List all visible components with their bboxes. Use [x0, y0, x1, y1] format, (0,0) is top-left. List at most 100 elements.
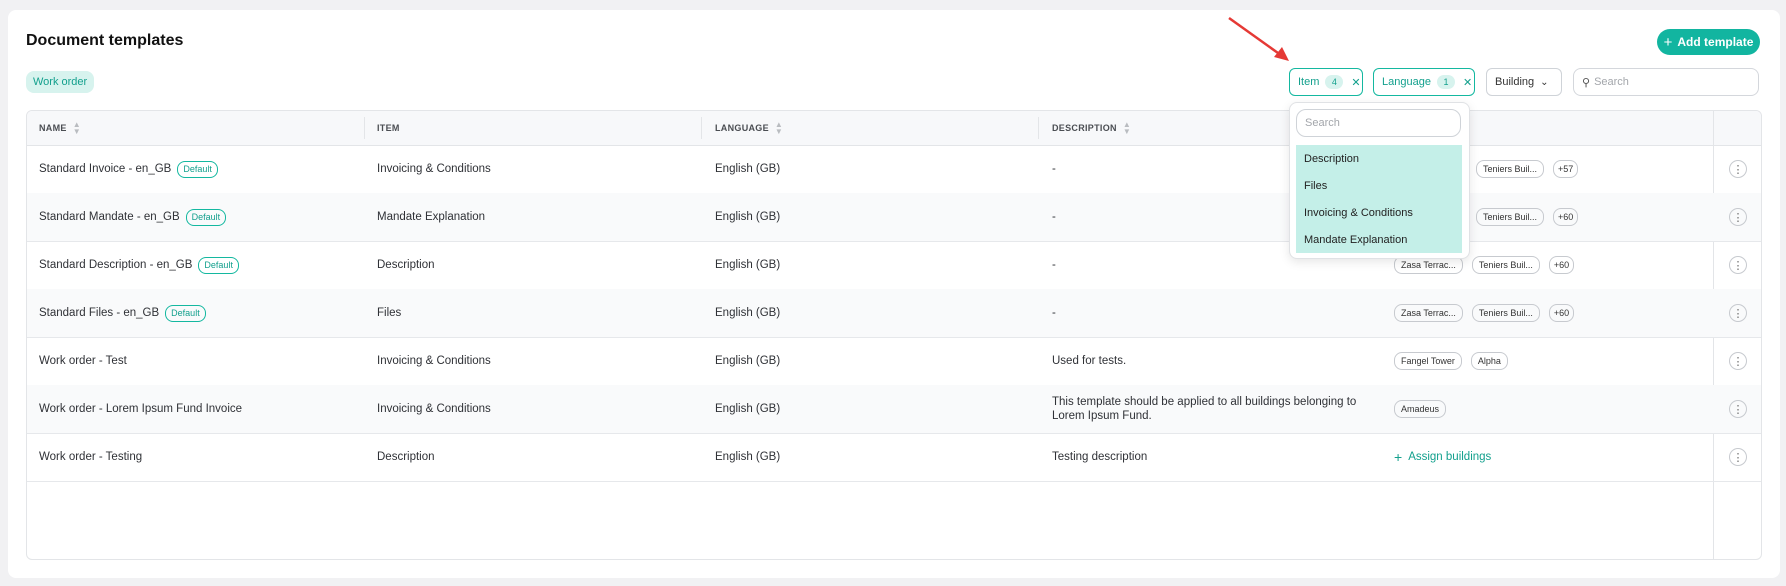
template-name[interactable]: Work order - Lorem Ipsum Fund Invoice [39, 403, 242, 415]
more-buildings-badge[interactable]: +60 [1548, 304, 1575, 322]
header-language[interactable]: LANGUAGE ▲ ▼ [715, 111, 783, 145]
sort-icon[interactable]: ▲ ▼ [775, 121, 783, 136]
cell-item: Invoicing & Conditions [377, 355, 491, 367]
row-actions-menu-icon[interactable]: ⋮ [1729, 208, 1747, 226]
dropdown-option[interactable]: Invoicing & Conditions [1296, 199, 1462, 226]
table-header: NAME ▲ ▼ ITEM LANGUAGE ▲ ▼ DESCRIPTION ▲ ▼ [27, 111, 1761, 146]
table-row[interactable]: Work order - Lorem Ipsum Fund Invoice Inv… [27, 385, 1761, 434]
more-buildings-badge[interactable]: +60 [1548, 256, 1575, 274]
table-row[interactable]: Standard Files - en_GB Default Files Englis… [27, 289, 1761, 338]
table-row[interactable]: Standard Invoice - en_GB Default Invoicing… [27, 145, 1761, 194]
search-icon: ⚲ [1582, 76, 1591, 89]
row-actions-menu-icon[interactable]: ⋮ [1729, 160, 1747, 178]
cell-name: Standard Description - en_GB Default [39, 241, 239, 289]
building-filter[interactable]: Building ⌄ [1486, 68, 1562, 96]
column-divider [1038, 117, 1039, 139]
header-item-label: ITEM [377, 123, 400, 133]
item-filter[interactable]: Item 4 ✕ [1289, 68, 1363, 96]
cell-buildings: Amadeus [1394, 385, 1455, 433]
cell-language: English (GB) [715, 307, 781, 319]
column-divider [701, 117, 702, 139]
annotation-arrow-icon [1228, 16, 1289, 61]
cell-description: Testing description [1052, 451, 1148, 463]
cell-description: - [1052, 307, 1056, 319]
default-badge: Default [185, 208, 227, 226]
language-filter-label: Language [1382, 76, 1431, 88]
cell-buildings: Teniers Buil... +57 [1476, 145, 1579, 193]
cell-buildings: + Assign buildings [1394, 433, 1491, 481]
cell-buildings: Zasa Terrac... Teniers Buil... +60 [1394, 289, 1575, 337]
plus-icon: + [1394, 449, 1403, 465]
default-badge: Default [165, 304, 206, 322]
header-item: ITEM [377, 111, 400, 145]
table-row[interactable]: Work order - Testing Description English (… [27, 433, 1761, 482]
table-row[interactable]: Standard Description - en_GB Default Descr… [27, 241, 1761, 290]
header-description[interactable]: DESCRIPTION ▲ ▼ [1052, 111, 1131, 145]
row-actions-menu-icon[interactable]: ⋮ [1729, 400, 1747, 418]
sort-icon[interactable]: ▲ ▼ [1123, 121, 1131, 136]
cell-name: Standard Invoice - en_GB Default [39, 145, 218, 193]
building-chip[interactable]: Zasa Terrac... [1394, 304, 1463, 322]
cell-language: English (GB) [715, 211, 781, 223]
table-row[interactable]: Standard Mandate - en_GB Default Mandate E… [27, 193, 1761, 242]
header-language-label: LANGUAGE [715, 123, 769, 133]
header-name-label: NAME [39, 123, 67, 133]
building-chip[interactable]: Teniers Buil... [1476, 208, 1545, 226]
table-row[interactable]: Work order - Test Invoicing & Conditions E… [27, 337, 1761, 386]
cell-item: Invoicing & Conditions [377, 403, 491, 415]
row-actions-menu-icon[interactable]: ⋮ [1729, 352, 1747, 370]
search-input[interactable]: ⚲ Search [1573, 68, 1759, 96]
cell-buildings: Teniers Buil... +60 [1476, 193, 1579, 241]
row-actions-menu-icon[interactable]: ⋮ [1729, 304, 1747, 322]
header-description-label: DESCRIPTION [1052, 123, 1117, 133]
building-filter-label: Building [1495, 76, 1535, 88]
templates-table: NAME ▲ ▼ ITEM LANGUAGE ▲ ▼ DESCRIPTION ▲ ▼ … [26, 110, 1762, 560]
template-name[interactable]: Standard Invoice - en_GB [39, 163, 171, 175]
add-template-button[interactable]: + Add template [1657, 29, 1760, 55]
cell-language: English (GB) [715, 403, 781, 415]
template-name[interactable]: Standard Mandate - en_GB [39, 211, 180, 223]
building-chip[interactable]: Amadeus [1394, 400, 1447, 418]
cell-item: Mandate Explanation [377, 211, 486, 223]
template-name[interactable]: Work order - Test [39, 355, 127, 367]
header-name[interactable]: NAME ▲ ▼ [39, 111, 81, 145]
cell-item: Description [377, 451, 435, 463]
cell-buildings: Fangel Tower Alpha [1394, 337, 1517, 385]
sort-icon[interactable]: ▲ ▼ [73, 121, 81, 136]
cell-item: Invoicing & Conditions [377, 163, 491, 175]
more-buildings-badge[interactable]: +60 [1553, 208, 1579, 226]
cell-item: Files [377, 307, 402, 319]
default-badge: Default [177, 160, 218, 178]
page-title: Document templates [26, 32, 184, 49]
row-actions-menu-icon[interactable]: ⋮ [1729, 448, 1747, 466]
plus-icon: + [1663, 33, 1673, 51]
template-name[interactable]: Standard Description - en_GB [39, 259, 192, 271]
language-filter[interactable]: Language 1 ✕ [1373, 68, 1475, 96]
building-chip[interactable]: Teniers Buil... [1476, 160, 1545, 178]
cell-description: Used for tests. [1052, 355, 1127, 367]
building-chip[interactable]: Alpha [1470, 352, 1508, 370]
cell-name: Work order - Testing [39, 433, 142, 481]
cell-description: This template should be applied to all b… [1052, 396, 1357, 422]
more-buildings-badge[interactable]: +57 [1553, 160, 1579, 178]
work-order-chip[interactable]: Work order [26, 71, 95, 93]
assign-buildings-link[interactable]: + Assign buildings [1394, 449, 1491, 465]
cell-name: Work order - Lorem Ipsum Fund Invoice [39, 385, 242, 433]
dropdown-search-input[interactable]: Search [1296, 109, 1461, 137]
clear-item-filter-icon[interactable]: ✕ [1351, 76, 1360, 89]
search-placeholder: Search [1594, 76, 1629, 88]
template-name[interactable]: Standard Files - en_GB [39, 307, 159, 319]
dropdown-option[interactable]: Description [1296, 145, 1462, 172]
building-chip[interactable]: Teniers Buil... [1471, 256, 1540, 274]
template-name[interactable]: Work order - Testing [39, 451, 142, 463]
add-template-label: Add template [1677, 35, 1754, 49]
clear-language-filter-icon[interactable]: ✕ [1463, 76, 1472, 89]
dropdown-option[interactable]: Mandate Explanation [1296, 226, 1462, 253]
building-chip[interactable]: Fangel Tower [1394, 352, 1462, 370]
item-filter-count: 4 [1325, 75, 1344, 89]
row-actions-menu-icon[interactable]: ⋮ [1729, 256, 1747, 274]
dropdown-option[interactable]: Files [1296, 172, 1462, 199]
building-chip[interactable]: Teniers Buil... [1471, 304, 1540, 322]
item-filter-dropdown: Search Description Files Invoicing & Con… [1289, 102, 1470, 259]
cell-name: Standard Mandate - en_GB Default [39, 193, 227, 241]
